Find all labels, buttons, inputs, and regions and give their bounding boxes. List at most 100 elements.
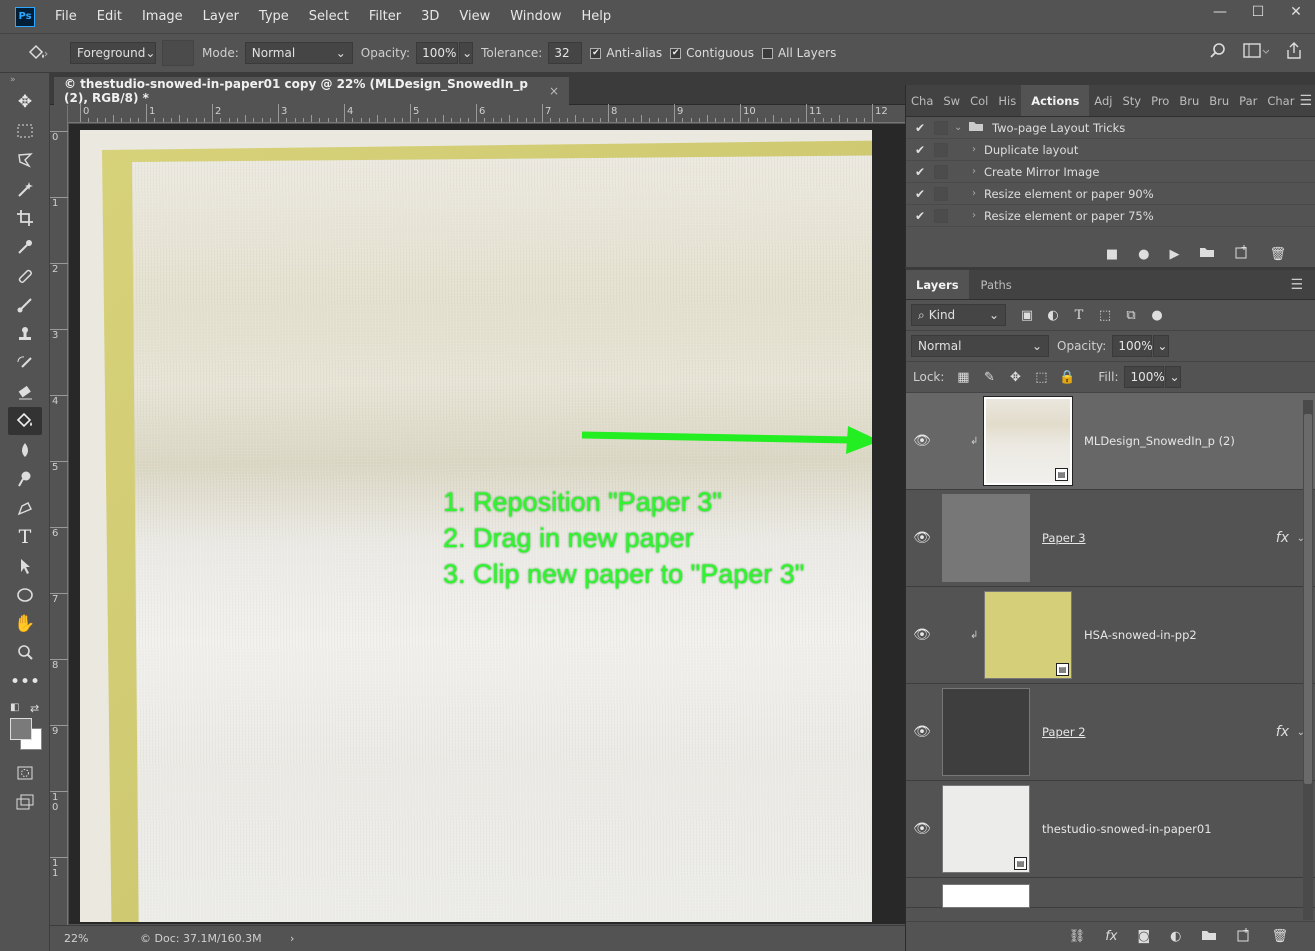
action-row[interactable]: ✔ › Resize element or paper 90%	[906, 183, 1315, 205]
pattern-picker[interactable]	[162, 40, 194, 66]
tab-brushes[interactable]: Bru	[1174, 85, 1204, 116]
foreground-color-swatch[interactable]	[10, 718, 32, 740]
tab-paths[interactable]: Paths	[969, 270, 1024, 299]
tab-history[interactable]: His	[993, 85, 1021, 116]
menu-file[interactable]: File	[45, 0, 87, 33]
fx-icon[interactable]: fx	[1105, 929, 1117, 944]
smart-object-filter-icon[interactable]: ⧉	[1118, 308, 1144, 323]
layer-row[interactable]: 👁 ▤ thestudio-snowed-in-paper01	[906, 781, 1315, 878]
layer-name[interactable]: thestudio-snowed-in-paper01	[1042, 822, 1212, 836]
layer-thumbnail[interactable]: ▤	[984, 591, 1072, 679]
lock-all-icon[interactable]: 🔒	[1054, 370, 1080, 385]
tab-adjustments[interactable]: Adj	[1089, 85, 1117, 116]
anti-alias-option[interactable]: ✔ Anti-alias	[590, 46, 662, 60]
paint-bucket-tool-preset-icon[interactable]	[0, 38, 60, 68]
layer-name[interactable]: HSA-snowed-in-pp2	[1084, 628, 1197, 642]
chevron-right-icon[interactable]: ›	[954, 210, 984, 221]
screen-mode-icon[interactable]	[8, 788, 42, 816]
tab-paragraph[interactable]: Par	[1234, 85, 1262, 116]
mode-select[interactable]: Normal ⌄	[244, 42, 353, 64]
close-button[interactable]: ✕	[1277, 0, 1315, 24]
ellipse-tool-icon[interactable]	[8, 581, 42, 609]
maximize-button[interactable]: ☐	[1239, 0, 1277, 24]
action-set-row[interactable]: ✔ ⌄ Two-page Layout Tricks	[906, 117, 1315, 139]
adjustment-filter-icon[interactable]: ◐	[1040, 308, 1066, 323]
zoom-tool-icon[interactable]	[8, 639, 42, 667]
quick-mask-icon[interactable]	[8, 759, 42, 787]
opacity-dropdown[interactable]: ⌄	[459, 42, 474, 64]
layer-thumbnail[interactable]: ▤	[942, 785, 1030, 873]
lock-transparency-icon[interactable]: ▦	[950, 370, 976, 385]
workspace-icon[interactable]	[1243, 42, 1270, 64]
chevron-right-icon[interactable]: ›	[954, 166, 984, 177]
dialog-toggle[interactable]	[934, 186, 948, 201]
link-layers-icon[interactable]: ⛓	[1069, 929, 1086, 944]
pen-tool-icon[interactable]	[8, 494, 42, 522]
dodge-tool-icon[interactable]	[8, 465, 42, 493]
menu-filter[interactable]: Filter	[359, 0, 411, 33]
all-layers-checkbox[interactable]	[761, 47, 773, 59]
hand-tool-icon[interactable]: ✋	[8, 610, 42, 638]
eraser-tool-icon[interactable]	[8, 378, 42, 406]
close-tab-icon[interactable]: ×	[549, 84, 559, 98]
delete-layer-icon[interactable]: 🗑	[1271, 929, 1288, 944]
tab-swatches[interactable]: Sw	[938, 85, 965, 116]
layer-thumbnail[interactable]	[942, 494, 1030, 582]
menu-view[interactable]: View	[449, 0, 500, 33]
menu-layer[interactable]: Layer	[193, 0, 249, 33]
checkmark-icon[interactable]: ✔	[906, 143, 934, 157]
layer-row[interactable]	[906, 878, 1315, 908]
filter-kind-select[interactable]: ⌕ Kind ⌄	[911, 304, 1006, 326]
document-canvas[interactable]: 1. Reposition "Paper 3" 2. Drag in new p…	[80, 130, 872, 922]
type-tool-icon[interactable]: T	[8, 523, 42, 551]
checkmark-icon[interactable]: ✔	[906, 165, 934, 179]
paint-bucket-tool-icon[interactable]	[8, 407, 42, 435]
layer-thumbnail[interactable]	[942, 688, 1030, 776]
lock-position-icon[interactable]: ✥	[1002, 370, 1028, 385]
tab-color[interactable]: Col	[965, 85, 993, 116]
action-row[interactable]: ✔ › Duplicate layout	[906, 139, 1315, 161]
action-row[interactable]: ✔ › Resize element or paper 75%	[906, 205, 1315, 227]
adjustment-layer-icon[interactable]: ◐	[1170, 929, 1181, 944]
visibility-eye-icon[interactable]: 👁	[906, 821, 938, 837]
visibility-eye-icon[interactable]: 👁	[906, 530, 938, 546]
contiguous-option[interactable]: ✔ Contiguous	[670, 46, 754, 60]
menu-edit[interactable]: Edit	[87, 0, 132, 33]
marquee-tool-icon[interactable]	[8, 117, 42, 145]
lasso-tool-icon[interactable]	[8, 146, 42, 174]
path-selection-tool-icon[interactable]	[8, 552, 42, 580]
minimize-button[interactable]: —	[1201, 0, 1239, 24]
layer-row[interactable]: 👁 ↲ ▤ HSA-snowed-in-pp2	[906, 587, 1315, 684]
zoom-level[interactable]: 22%	[50, 932, 140, 945]
tab-channels[interactable]: Cha	[906, 85, 938, 116]
layer-row[interactable]: 👁 Paper 3 fx ⌄	[906, 490, 1315, 587]
tab-properties[interactable]: Pro	[1146, 85, 1174, 116]
new-action-icon[interactable]	[1235, 245, 1249, 263]
move-tool-icon[interactable]: ✥	[8, 88, 42, 116]
clone-stamp-tool-icon[interactable]	[8, 320, 42, 348]
layers-scrollbar[interactable]	[1303, 400, 1313, 920]
chevron-right-icon[interactable]: ›	[954, 144, 984, 155]
layer-name[interactable]: MLDesign_SnowedIn_p (2)	[1084, 434, 1235, 448]
visibility-eye-icon[interactable]: 👁	[906, 433, 938, 449]
filter-toggle-icon[interactable]: ●	[1144, 308, 1170, 323]
new-layer-icon[interactable]	[1237, 927, 1251, 946]
blend-mode-select[interactable]: Normal ⌄	[911, 335, 1049, 357]
tab-brush-settings[interactable]: Bru	[1204, 85, 1234, 116]
new-set-icon[interactable]	[1199, 246, 1215, 262]
healing-brush-tool-icon[interactable]	[8, 262, 42, 290]
tab-styles[interactable]: Sty	[1117, 85, 1146, 116]
dialog-toggle[interactable]	[934, 164, 948, 179]
play-icon[interactable]: ▶	[1169, 247, 1179, 262]
fill-source-select[interactable]: Foreground ⌄	[70, 42, 156, 64]
tab-character[interactable]: Char	[1262, 85, 1299, 116]
document-tab[interactable]: © thestudio-snowed-in-paper01 copy @ 22%…	[54, 77, 569, 105]
fill-dropdown[interactable]: ⌄	[1165, 366, 1182, 388]
layer-opacity-input[interactable]: 100%	[1112, 335, 1153, 357]
eyedropper-tool-icon[interactable]	[8, 233, 42, 261]
menu-3d[interactable]: 3D	[411, 0, 449, 33]
add-mask-icon[interactable]: ◙	[1138, 929, 1151, 944]
swap-colors-icon[interactable]: ⇄	[30, 702, 39, 715]
history-brush-tool-icon[interactable]	[8, 349, 42, 377]
chevron-right-icon[interactable]: ›	[954, 188, 984, 199]
